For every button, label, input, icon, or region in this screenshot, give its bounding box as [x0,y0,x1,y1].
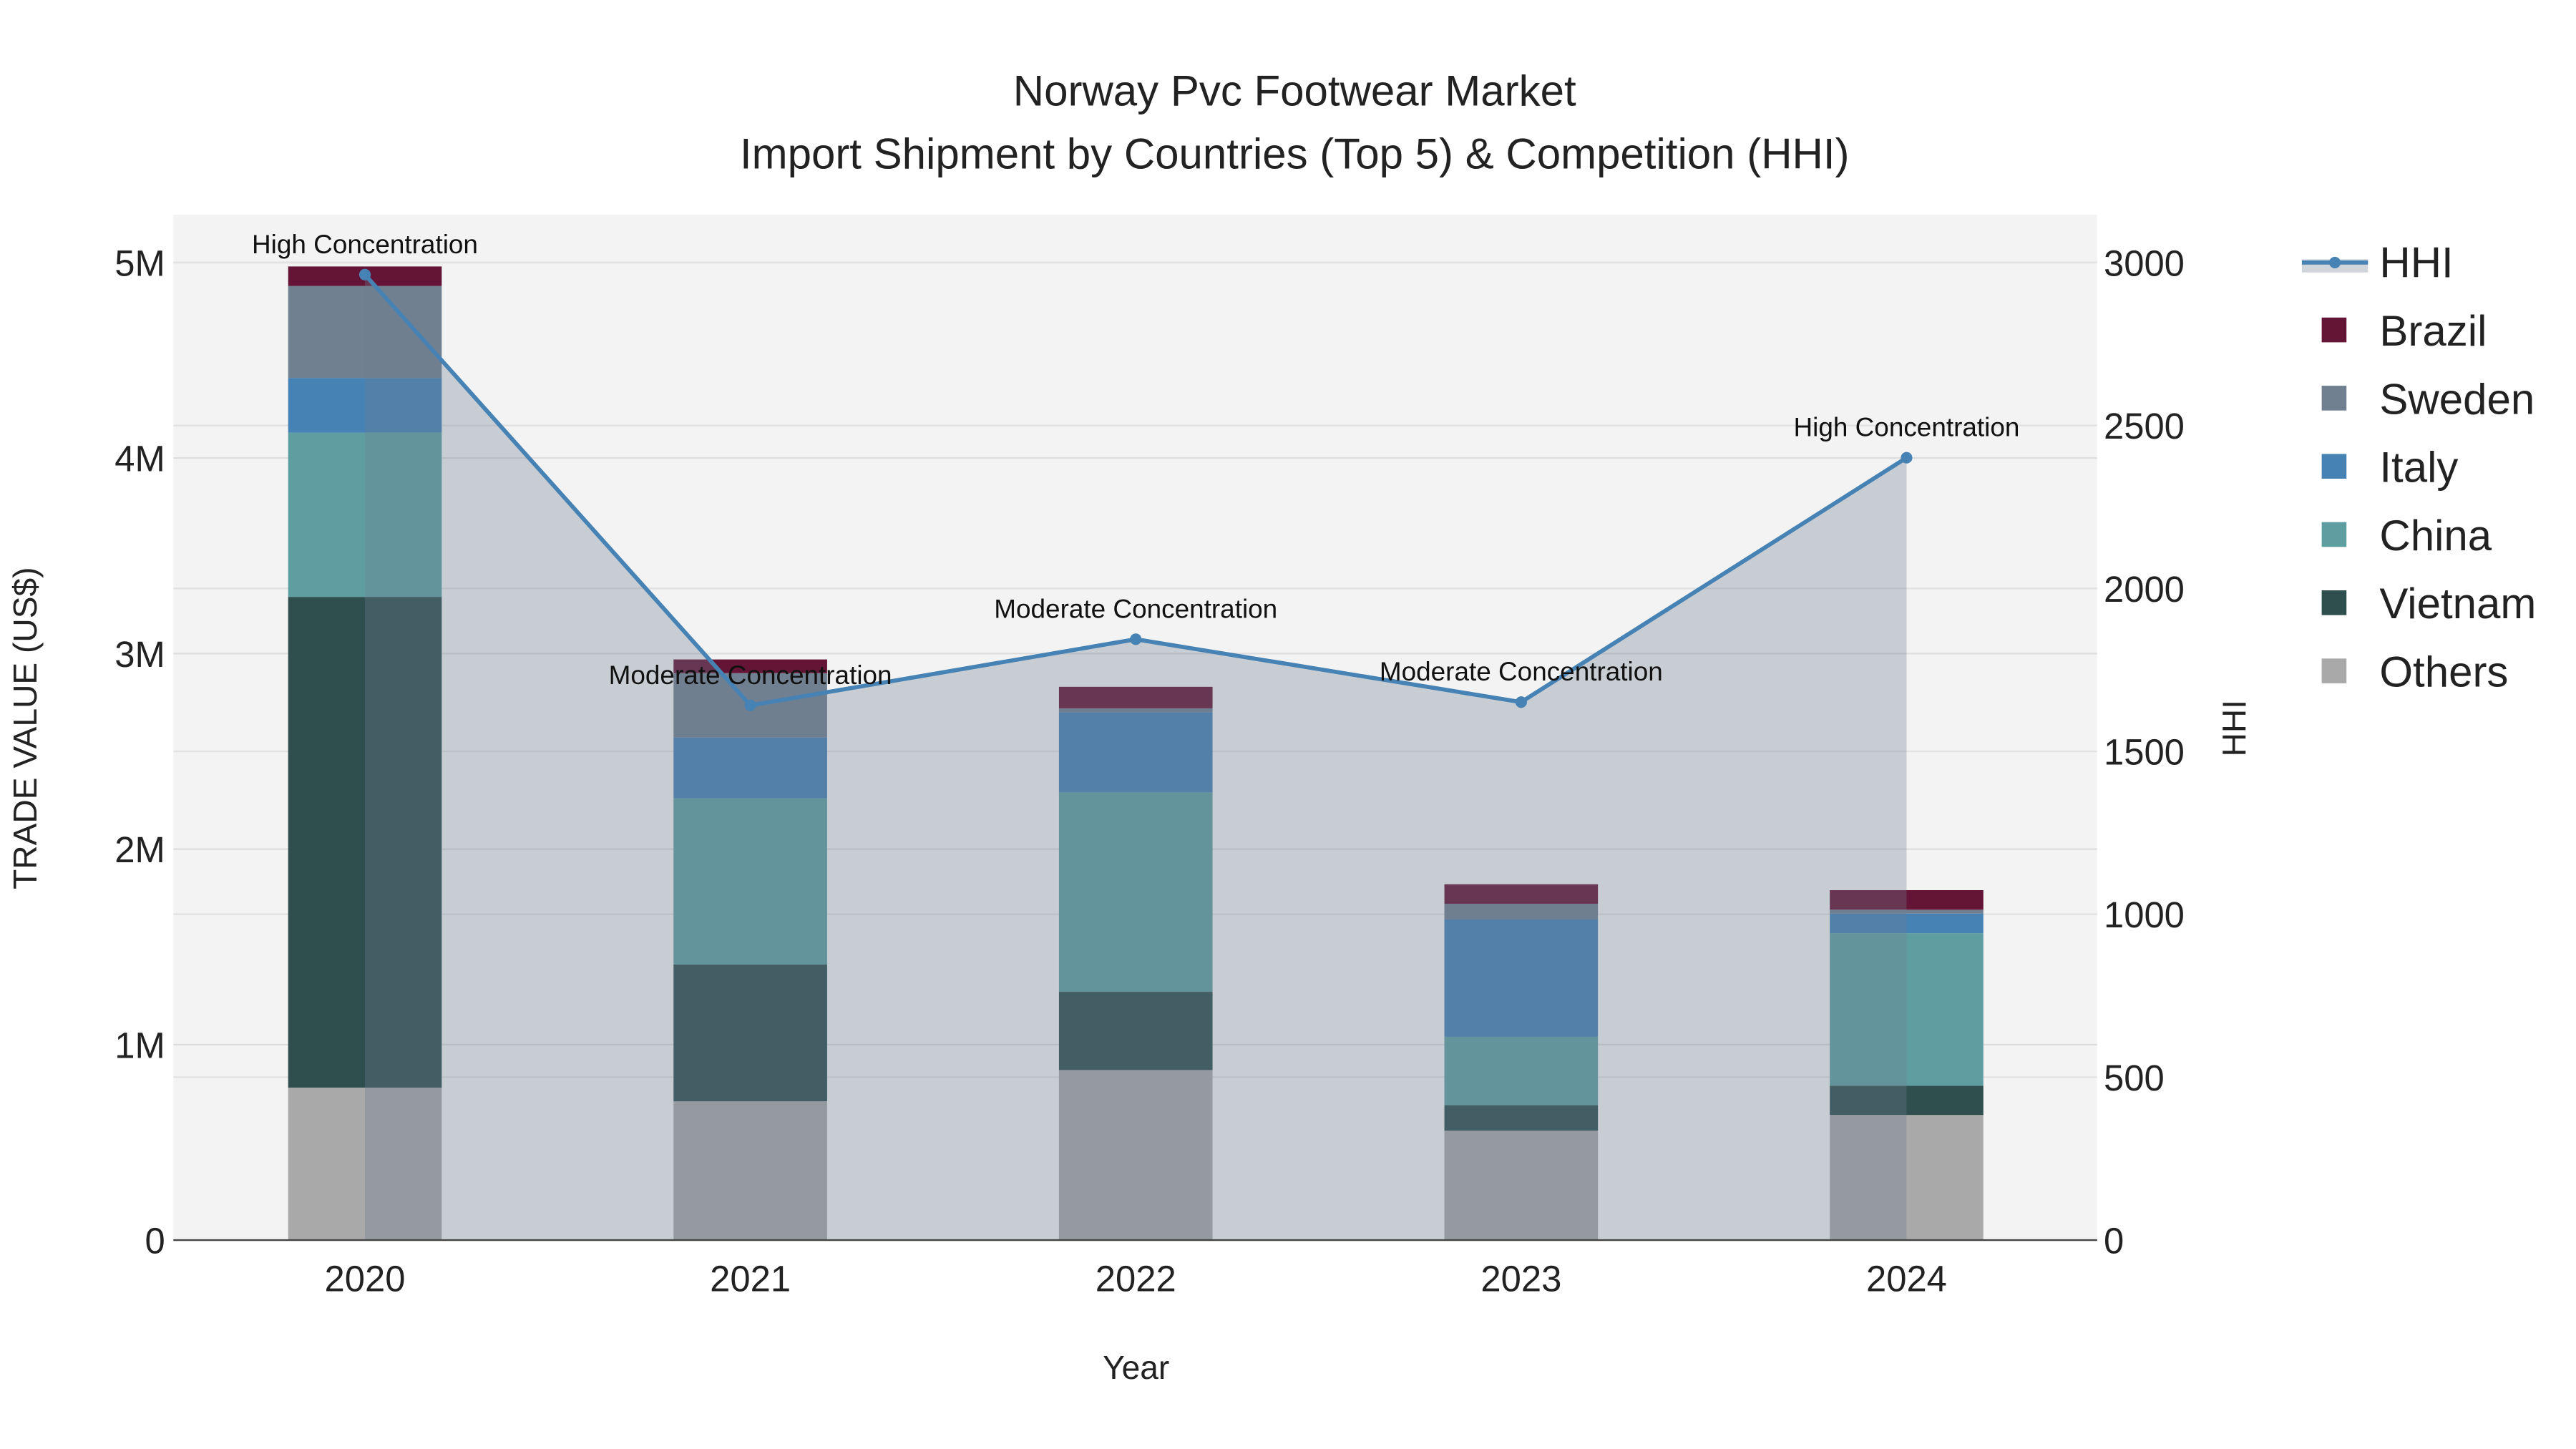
legend-hhi-marker [2329,256,2341,268]
legend-label-sweden: Sweden [2379,375,2534,423]
y2-tick-label: 2000 [2104,569,2185,610]
hhi-annotation: Moderate Concentration [609,660,892,690]
chart: High Concentration Moderate Concentration… [0,0,2576,1449]
legend-swatch-italy [2321,454,2347,479]
y2-axis-title: HHI [2215,700,2253,756]
y-tick-label: 3M [114,634,165,675]
legend-swatch-vietnam [2321,590,2347,615]
y-tick-label: 5M [114,243,165,283]
y-tick-label: 0 [145,1221,165,1262]
y2-tick-label: 2500 [2104,406,2185,447]
hhi-point-2021 [744,699,756,711]
x-tick-label: 2020 [325,1259,406,1299]
chart-title-line2: Import Shipment by Countries (Top 5) & C… [740,130,1850,177]
hhi-annotation: High Concentration [1793,413,2019,442]
legend-label-china: China [2379,512,2492,560]
hhi-point-2023 [1515,696,1527,708]
y-tick-label: 2M [114,829,165,870]
legend-label-brazil: Brazil [2379,307,2487,355]
y2-tick-label: 0 [2104,1221,2124,1262]
x-axis-title: Year [1103,1349,1169,1386]
legend-label-others: Others [2379,648,2508,696]
legend-swatch-brazil [2321,317,2347,343]
x-tick-label: 2022 [1096,1259,1176,1299]
legend-label-vietnam: Vietnam [2379,580,2536,628]
chart-title-line1: Norway Pvc Footwear Market [1013,67,1576,115]
y2-tick-label: 500 [2104,1058,2165,1098]
hhi-annotation: Moderate Concentration [994,594,1277,623]
hhi-point-2022 [1130,633,1142,645]
y2-tick-label: 3000 [2104,243,2185,283]
legend-swatch-others [2321,658,2347,683]
y-axis-title: TRADE VALUE (US$) [6,567,44,889]
hhi-annotation: Moderate Concentration [1380,657,1663,686]
y2-tick-label: 1500 [2104,731,2185,772]
hhi-point-2024 [1901,452,1913,464]
y-tick-label: 1M [114,1025,165,1065]
legend-swatch-china [2321,522,2347,547]
y2-tick-label: 1000 [2104,894,2185,935]
legend-label-italy: Italy [2379,444,2458,492]
legend-swatch-sweden [2321,386,2347,411]
x-tick-label: 2021 [710,1259,791,1299]
x-tick-label: 2023 [1480,1259,1561,1299]
x-tick-label: 2024 [1866,1259,1947,1299]
hhi-point-2020 [358,268,371,280]
hhi-annotation: High Concentration [252,230,478,259]
y-tick-label: 4M [114,439,165,479]
legend-label-hhi: HHI [2379,239,2453,287]
